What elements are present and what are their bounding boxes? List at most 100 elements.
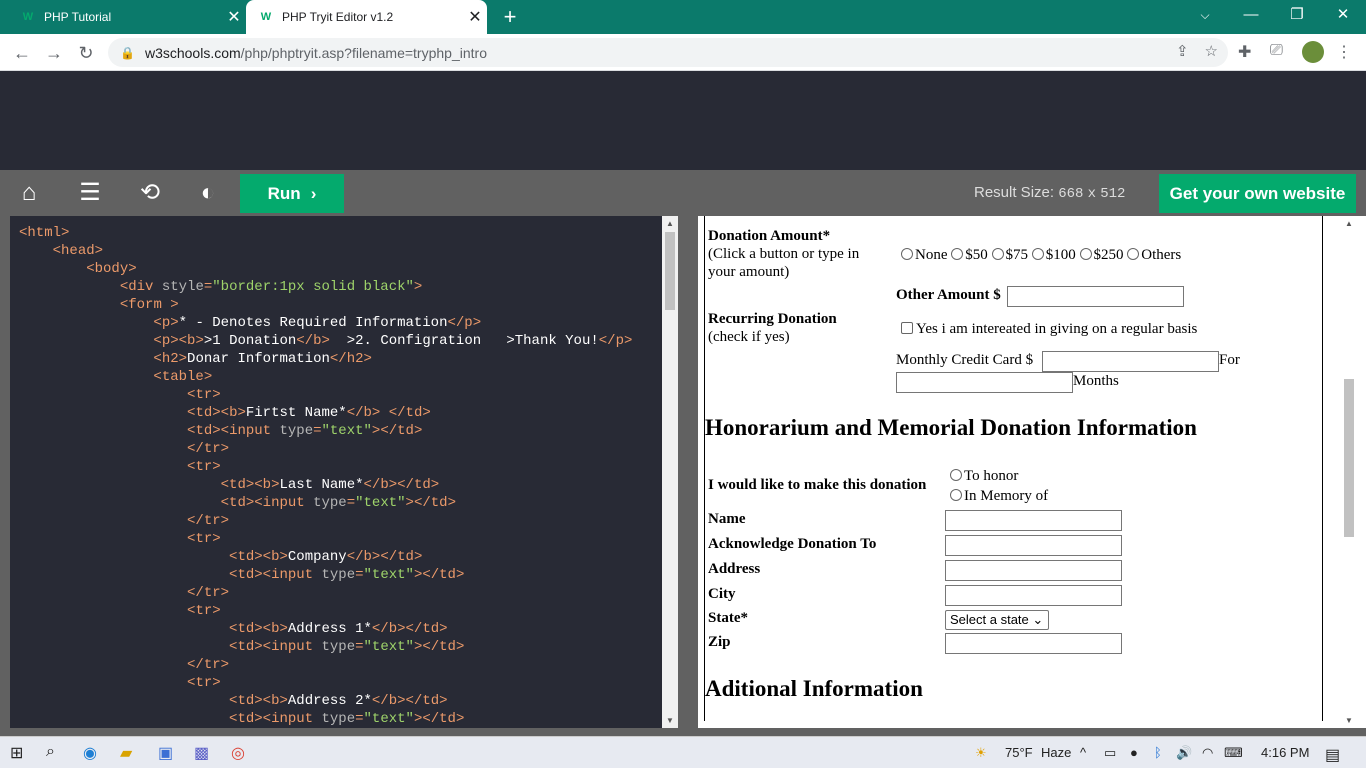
microphone-icon[interactable]: ●	[1130, 745, 1138, 760]
share-icon[interactable]: ⇪	[1176, 42, 1189, 60]
months-input[interactable]	[896, 372, 1073, 393]
for-label: For	[1219, 352, 1240, 368]
edge-icon[interactable]: ◉	[83, 743, 97, 763]
scroll-up-icon[interactable]: ▲	[1341, 219, 1357, 228]
volume-icon[interactable]: 🔊	[1176, 745, 1192, 761]
avatar[interactable]	[1302, 41, 1324, 63]
menu-dots-icon[interactable]: ⋮	[1336, 42, 1352, 62]
wifi-icon[interactable]: ◠	[1202, 745, 1213, 761]
code-line: <head>	[52, 243, 104, 259]
editor-pane: <html> <head> <body> <div style="border:…	[0, 216, 688, 736]
zip-input[interactable]	[945, 633, 1122, 654]
code-line: </tr>	[187, 657, 230, 673]
result-iframe: Donation Amount* (Click a button or type…	[698, 216, 1348, 728]
menu-icon[interactable]: ☰	[73, 180, 107, 206]
state-label: State*	[708, 610, 748, 626]
monthly-credit-label: Monthly Credit Card $	[896, 352, 1034, 368]
windows-start-icon[interactable]: ⊞	[10, 743, 23, 763]
name-label: Name	[708, 511, 746, 527]
code-content[interactable]: <html> <head> <body> <div style="border:…	[19, 224, 632, 728]
radio-in-memory[interactable]: In Memory of	[950, 488, 1048, 505]
radio-to-honor[interactable]: To honor	[950, 468, 1018, 485]
close-tab-icon[interactable]: ✕	[222, 7, 246, 27]
new-tab-icon[interactable]: +	[498, 3, 522, 31]
city-label: City	[708, 586, 736, 602]
restore-icon[interactable]: ❐	[1274, 0, 1320, 30]
cast-icon[interactable]: ⎚	[1270, 42, 1283, 60]
scroll-down-icon[interactable]: ▼	[1341, 716, 1357, 725]
result-scrollbar[interactable]: ▲ ▼	[1341, 216, 1356, 728]
acknowledge-input[interactable]	[945, 535, 1122, 556]
network-icon[interactable]: ▭	[1104, 745, 1116, 761]
store-icon[interactable]: ▣	[158, 743, 173, 763]
tab-title: PHP Tutorial	[44, 10, 112, 24]
radio-250[interactable]: $250	[1079, 247, 1124, 263]
scroll-up-icon[interactable]: ▲	[662, 219, 678, 228]
radio-none[interactable]: None	[901, 247, 948, 263]
search-icon[interactable]: ⌕	[46, 743, 55, 761]
result-pane: Donation Amount* (Click a button or type…	[688, 216, 1366, 736]
file-explorer-icon[interactable]: ▰	[120, 743, 132, 763]
home-icon[interactable]: ⌂	[12, 180, 46, 206]
recurring-hint: (check if yes)	[708, 329, 790, 345]
code-line: <tr>	[187, 387, 221, 403]
clock[interactable]: 4:16 PM	[1261, 745, 1309, 760]
name-input[interactable]	[945, 510, 1122, 531]
other-amount-input[interactable]	[1007, 286, 1184, 307]
chrome-icon[interactable]: ◎	[231, 743, 245, 763]
tab-php-tryit-editor[interactable]: W PHP Tryit Editor v1.2 ✕	[246, 0, 487, 34]
tab-search-icon[interactable]: ⌵	[1182, 0, 1228, 30]
address-input[interactable]	[945, 560, 1122, 581]
code-line: <tr>	[187, 603, 221, 619]
radio-others[interactable]: Others	[1127, 247, 1181, 263]
tab-title: PHP Tryit Editor v1.2	[282, 10, 394, 24]
code-editor[interactable]: <html> <head> <body> <div style="border:…	[10, 216, 662, 728]
address-bar[interactable]: 🔒 w3schools.com/php/phptryit.asp?filenam…	[108, 38, 1228, 67]
radio-75[interactable]: $75	[991, 247, 1028, 263]
forward-icon[interactable]: →	[40, 39, 68, 67]
bluetooth-icon[interactable]: ᛒ	[1154, 745, 1162, 760]
weather-text: Haze	[1041, 745, 1072, 760]
additional-info-heading: Aditional Information	[705, 676, 923, 701]
reload-icon[interactable]: ↻	[72, 39, 100, 67]
get-your-own-website-button[interactable]: Get your own website	[1159, 174, 1356, 213]
result-size: Result Size: 668 x 512	[974, 184, 1126, 202]
weather-icon: ☀	[975, 745, 987, 760]
close-window-icon[interactable]: ✕	[1320, 0, 1366, 30]
tryit-toolbar: ⌂ ☰ ⟲ ◐ Run › Result Size: 668 x 512 Get …	[0, 170, 1366, 216]
amount-radio-group: None $50 $75 $100 $250 Others	[901, 247, 1181, 264]
code-line: <td><input type="text"></td>	[229, 567, 465, 583]
recurring-checkbox[interactable]: Yes i am intereated in giving on a regul…	[901, 321, 1197, 338]
scroll-thumb[interactable]	[665, 232, 675, 310]
notifications-icon[interactable]: ▤	[1325, 745, 1340, 765]
extensions-icon[interactable]: ✚	[1238, 42, 1251, 62]
donation-amount-label: Donation Amount*	[708, 228, 831, 244]
code-line: <td><input type="text"></td>	[220, 495, 456, 511]
radio-50[interactable]: $50	[951, 247, 988, 263]
bookmark-star-icon[interactable]: ☆	[1205, 42, 1218, 60]
minimize-icon[interactable]: —	[1228, 0, 1274, 30]
recurring-label: Recurring Donation	[708, 311, 837, 327]
scroll-down-icon[interactable]: ▼	[662, 716, 678, 725]
teams-icon[interactable]: ▩	[194, 743, 209, 763]
run-button[interactable]: Run ›	[240, 174, 344, 213]
acknowledge-label: Acknowledge Donation To	[708, 536, 877, 552]
city-input[interactable]	[945, 585, 1122, 606]
chevron-up-icon[interactable]: ^	[1080, 745, 1086, 760]
address-label: Address	[708, 561, 761, 577]
rotate-layout-icon[interactable]: ⟲	[133, 180, 167, 206]
code-line: <form >	[119, 297, 179, 313]
editor-scrollbar[interactable]: ▲ ▼	[662, 216, 678, 728]
code-line: <table>	[153, 369, 213, 385]
honorarium-heading: Honorarium and Memorial Donation Informa…	[705, 415, 1197, 440]
dark-mode-icon[interactable]: ◐	[191, 180, 225, 206]
close-tab-icon[interactable]: ✕	[463, 7, 487, 27]
scroll-thumb[interactable]	[1344, 379, 1354, 537]
back-icon[interactable]: ←	[8, 39, 36, 67]
keyboard-icon[interactable]: ⌨	[1224, 745, 1243, 761]
radio-100[interactable]: $100	[1031, 247, 1076, 263]
tab-php-tutorial[interactable]: W PHP Tutorial ✕	[8, 0, 246, 34]
code-line: </tr>	[187, 441, 230, 457]
state-select[interactable]: Select a state ⌄	[945, 610, 1049, 630]
monthly-amount-input[interactable]	[1042, 351, 1219, 372]
